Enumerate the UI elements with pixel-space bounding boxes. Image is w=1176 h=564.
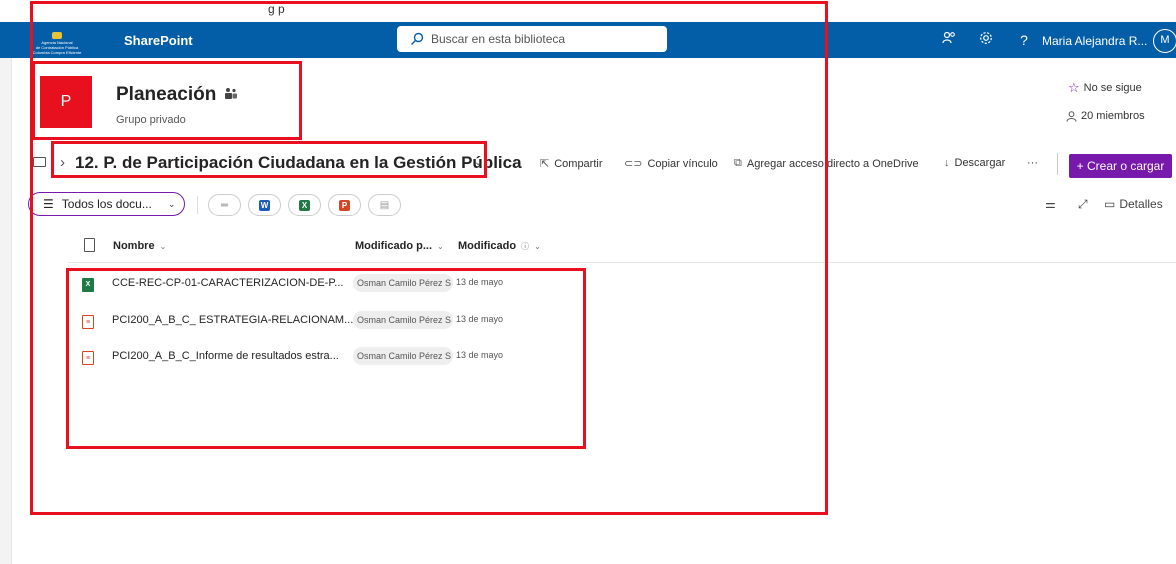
more-actions-button[interactable]: ···: [1027, 157, 1038, 169]
create-or-upload-button[interactable]: + Crear o cargar: [1069, 154, 1172, 178]
create-label: + Crear o cargar: [1076, 159, 1165, 173]
expand-icon[interactable]: ⤢: [1078, 197, 1088, 212]
star-icon: ☆: [1068, 80, 1080, 95]
download-icon: ↓: [944, 157, 950, 169]
download-button[interactable]: ↓ Descargar: [944, 157, 1005, 169]
follow-label: No se sigue: [1083, 82, 1142, 94]
settings-gear-icon[interactable]: [977, 31, 995, 49]
details-label: Detalles: [1119, 197, 1163, 211]
filter-settings-icon[interactable]: ⚌: [1045, 197, 1056, 211]
left-rail: [0, 58, 12, 564]
annotation-box-site-header: [32, 61, 302, 140]
follow-button[interactable]: ☆ No se sigue: [1068, 80, 1142, 96]
download-label: Descargar: [954, 157, 1006, 169]
user-name[interactable]: Maria Alejandra R...: [1042, 34, 1147, 48]
details-button[interactable]: ▭ Detalles: [1104, 197, 1163, 211]
members-label: 20 miembros: [1081, 110, 1145, 122]
help-icon[interactable]: ?: [1015, 31, 1033, 49]
person-icon: [1066, 110, 1077, 122]
annotation-box-breadcrumb: [51, 141, 487, 178]
annotation-box-files: [66, 268, 586, 449]
user-avatar[interactable]: M: [1153, 29, 1176, 53]
people-share-icon[interactable]: [940, 31, 958, 49]
members-button[interactable]: 20 miembros: [1066, 110, 1145, 122]
details-pane-icon: ▭: [1104, 197, 1116, 211]
command-divider: [1057, 153, 1058, 175]
